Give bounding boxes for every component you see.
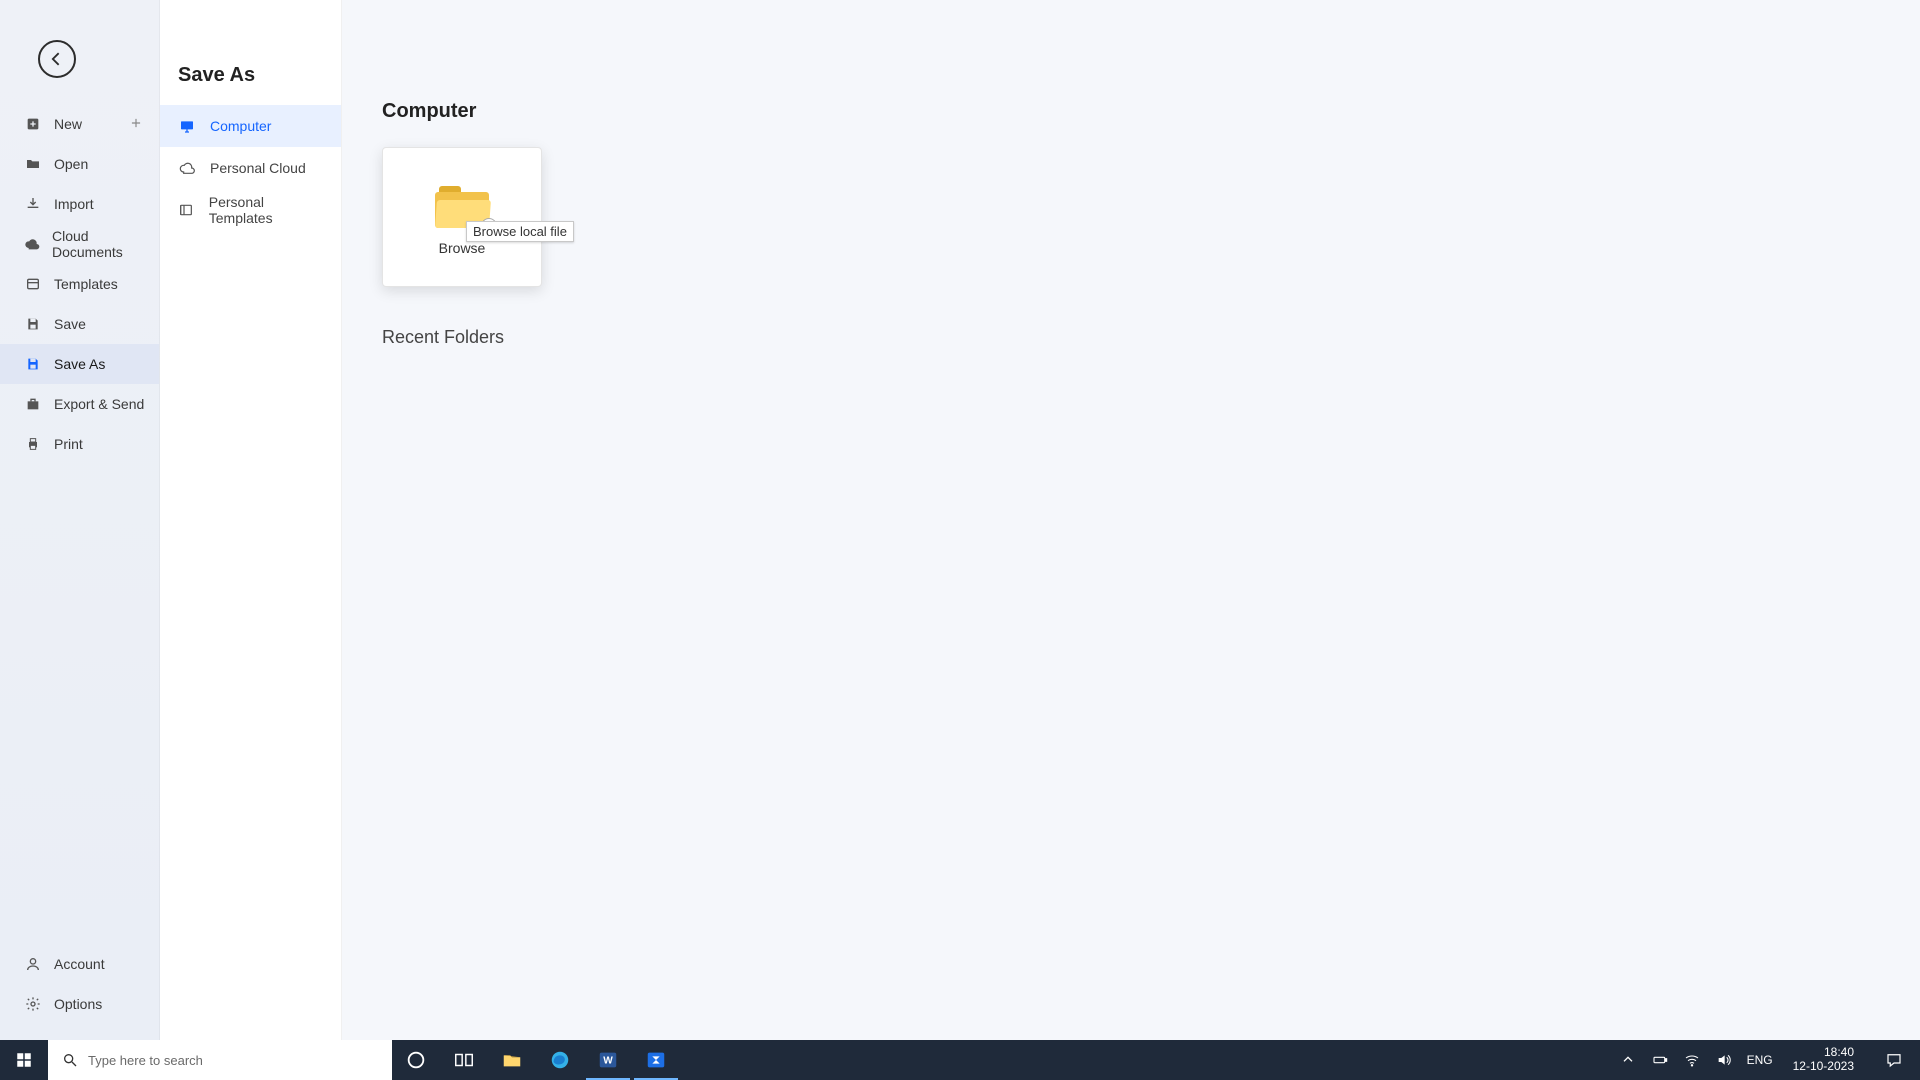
- sidebar-item-label: Print: [54, 436, 83, 452]
- taskbar-date: 12-10-2023: [1793, 1060, 1854, 1074]
- taskbar-edge[interactable]: [536, 1040, 584, 1080]
- search-placeholder: Type here to search: [88, 1053, 203, 1068]
- save-as-icon: [24, 355, 42, 373]
- sidebar-item-save-as[interactable]: Save As: [0, 344, 159, 384]
- location-personal-cloud[interactable]: Personal Cloud: [160, 147, 341, 189]
- sidebar-item-label: Cloud Documents: [52, 228, 145, 260]
- location-label: Personal Cloud: [210, 160, 306, 176]
- export-icon: [24, 395, 42, 413]
- sidebar-item-label: Account: [54, 956, 105, 972]
- sidebar-item-templates[interactable]: Templates: [0, 264, 159, 304]
- tray-overflow-icon[interactable]: [1619, 1051, 1637, 1069]
- taskbar-time: 18:40: [1824, 1046, 1854, 1060]
- browse-label: Browse: [439, 240, 486, 256]
- taskbar-word[interactable]: W: [584, 1040, 632, 1080]
- location-computer[interactable]: Computer: [160, 105, 341, 147]
- primary-sidebar: New Open Import Cloud Documents Template…: [0, 0, 160, 1040]
- sidebar-item-label: Save: [54, 316, 86, 332]
- sidebar-item-new[interactable]: New: [0, 104, 159, 144]
- print-icon: [24, 435, 42, 453]
- section-title: Computer: [382, 100, 1920, 123]
- taskbar-search[interactable]: Type here to search: [48, 1040, 392, 1080]
- svg-text:W: W: [603, 1056, 613, 1067]
- wifi-icon[interactable]: [1683, 1051, 1701, 1069]
- sidebar-item-label: Save As: [54, 356, 105, 372]
- battery-icon[interactable]: [1651, 1051, 1669, 1069]
- taskbar-task-view[interactable]: [440, 1040, 488, 1080]
- recent-folders-heading: Recent Folders: [382, 327, 1920, 348]
- plus-square-icon: [24, 115, 42, 133]
- folder-icon: [24, 155, 42, 173]
- panel-heading: Save As: [160, 64, 341, 105]
- templates-icon: [24, 275, 42, 293]
- windows-taskbar: Type here to search W ENG 18:40 12-10-20…: [0, 1040, 1920, 1080]
- taskbar-file-explorer[interactable]: [488, 1040, 536, 1080]
- account-icon: [24, 955, 42, 973]
- sidebar-item-open[interactable]: Open: [0, 144, 159, 184]
- save-icon: [24, 315, 42, 333]
- taskbar-clock[interactable]: 18:40 12-10-2023: [1787, 1046, 1860, 1074]
- sidebar-item-export-send[interactable]: Export & Send: [0, 384, 159, 424]
- back-button[interactable]: [38, 40, 76, 78]
- location-label: Personal Templates: [209, 194, 323, 226]
- browse-button[interactable]: + Browse: [382, 147, 542, 287]
- sidebar-item-print[interactable]: Print: [0, 424, 159, 464]
- sidebar-item-label: Import: [54, 196, 94, 212]
- tooltip: Browse local file: [466, 221, 574, 242]
- save-as-location-panel: Save As Computer Personal Cloud Personal…: [160, 0, 342, 1040]
- plus-icon: [129, 116, 143, 133]
- main-content: Computer + Browse Recent Folders: [342, 0, 1920, 1040]
- start-button[interactable]: [0, 1040, 48, 1080]
- system-tray: ENG 18:40 12-10-2023: [1619, 1040, 1920, 1080]
- sidebar-item-options[interactable]: Options: [0, 984, 159, 1024]
- sidebar-item-cloud-documents[interactable]: Cloud Documents: [0, 224, 159, 264]
- sidebar-item-label: Options: [54, 996, 102, 1012]
- gear-icon: [24, 995, 42, 1013]
- sidebar-item-save[interactable]: Save: [0, 304, 159, 344]
- sidebar-item-label: New: [54, 116, 82, 132]
- location-personal-templates[interactable]: Personal Templates: [160, 189, 341, 231]
- taskbar-cortana[interactable]: [392, 1040, 440, 1080]
- import-icon: [24, 195, 42, 213]
- cloud-icon: [24, 235, 40, 253]
- sidebar-item-label: Open: [54, 156, 88, 172]
- language-indicator[interactable]: ENG: [1747, 1053, 1773, 1067]
- monitor-icon: [178, 117, 196, 135]
- taskbar-edrawmax[interactable]: [632, 1040, 680, 1080]
- templates-icon: [178, 201, 195, 219]
- sidebar-item-import[interactable]: Import: [0, 184, 159, 224]
- cloud-icon: [178, 159, 196, 177]
- action-center-icon[interactable]: [1874, 1051, 1914, 1069]
- sidebar-item-account[interactable]: Account: [0, 944, 159, 984]
- sidebar-item-label: Export & Send: [54, 396, 144, 412]
- sidebar-item-label: Templates: [54, 276, 118, 292]
- search-icon: [62, 1052, 78, 1068]
- volume-icon[interactable]: [1715, 1051, 1733, 1069]
- location-label: Computer: [210, 118, 271, 134]
